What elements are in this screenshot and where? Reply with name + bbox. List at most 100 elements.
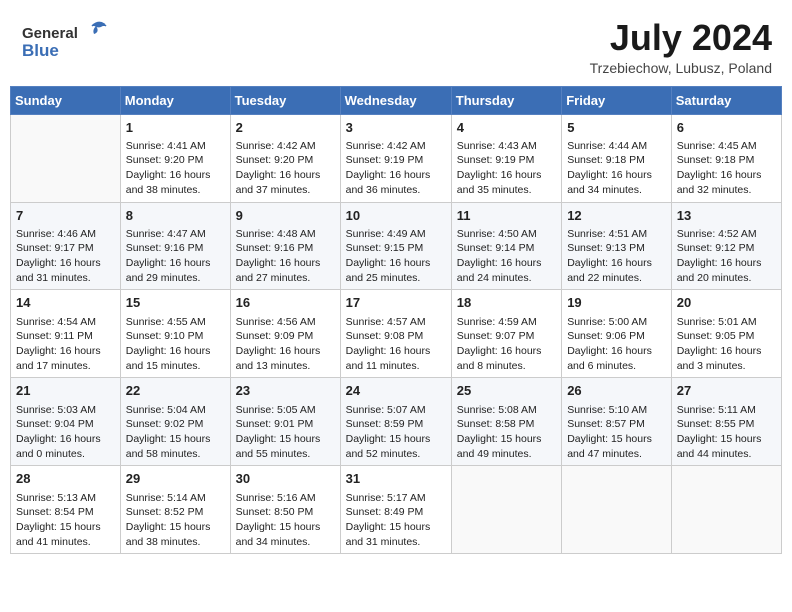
daylight-text: Daylight: 16 hours and 3 minutes. <box>677 344 776 373</box>
week-row-2: 7Sunrise: 4:46 AMSunset: 9:17 PMDaylight… <box>11 202 782 290</box>
sunset-text: Sunset: 8:52 PM <box>126 505 225 520</box>
sunrise-text: Sunrise: 4:42 AM <box>236 139 335 154</box>
sunset-text: Sunset: 8:58 PM <box>457 417 556 432</box>
daylight-text: Daylight: 15 hours and 52 minutes. <box>346 432 446 461</box>
calendar-cell: 7Sunrise: 4:46 AMSunset: 9:17 PMDaylight… <box>11 202 121 290</box>
sunrise-text: Sunrise: 5:10 AM <box>567 403 666 418</box>
calendar-cell: 21Sunrise: 5:03 AMSunset: 9:04 PMDayligh… <box>11 378 121 466</box>
day-number: 23 <box>236 382 335 400</box>
sunset-text: Sunset: 9:18 PM <box>567 153 666 168</box>
sunrise-text: Sunrise: 5:07 AM <box>346 403 446 418</box>
sunset-text: Sunset: 9:20 PM <box>126 153 225 168</box>
sunrise-text: Sunrise: 4:57 AM <box>346 315 446 330</box>
sunset-text: Sunset: 9:01 PM <box>236 417 335 432</box>
sunrise-text: Sunrise: 4:49 AM <box>346 227 446 242</box>
sunrise-text: Sunrise: 4:45 AM <box>677 139 776 154</box>
day-number: 10 <box>346 207 446 225</box>
sunrise-text: Sunrise: 4:51 AM <box>567 227 666 242</box>
daylight-text: Daylight: 16 hours and 11 minutes. <box>346 344 446 373</box>
sunrise-text: Sunrise: 5:01 AM <box>677 315 776 330</box>
calendar-cell <box>451 466 561 554</box>
day-number: 22 <box>126 382 225 400</box>
sunset-text: Sunset: 9:16 PM <box>236 241 335 256</box>
daylight-text: Daylight: 16 hours and 20 minutes. <box>677 256 776 285</box>
logo: General Blue <box>20 18 110 62</box>
calendar-cell: 3Sunrise: 4:42 AMSunset: 9:19 PMDaylight… <box>340 114 451 202</box>
daylight-text: Daylight: 16 hours and 32 minutes. <box>677 168 776 197</box>
calendar-cell: 20Sunrise: 5:01 AMSunset: 9:05 PMDayligh… <box>671 290 781 378</box>
calendar-cell: 8Sunrise: 4:47 AMSunset: 9:16 PMDaylight… <box>120 202 230 290</box>
sunrise-text: Sunrise: 4:44 AM <box>567 139 666 154</box>
sunrise-text: Sunrise: 5:05 AM <box>236 403 335 418</box>
daylight-text: Daylight: 16 hours and 37 minutes. <box>236 168 335 197</box>
sunset-text: Sunset: 8:54 PM <box>16 505 115 520</box>
sunrise-text: Sunrise: 4:46 AM <box>16 227 115 242</box>
month-year: July 2024 <box>590 18 772 58</box>
calendar-cell: 12Sunrise: 4:51 AMSunset: 9:13 PMDayligh… <box>562 202 672 290</box>
weekday-header-row: SundayMondayTuesdayWednesdayThursdayFrid… <box>11 86 782 114</box>
sunset-text: Sunset: 9:15 PM <box>346 241 446 256</box>
daylight-text: Daylight: 16 hours and 0 minutes. <box>16 432 115 461</box>
daylight-text: Daylight: 15 hours and 58 minutes. <box>126 432 225 461</box>
day-number: 24 <box>346 382 446 400</box>
sunset-text: Sunset: 8:59 PM <box>346 417 446 432</box>
day-number: 17 <box>346 294 446 312</box>
sunrise-text: Sunrise: 4:41 AM <box>126 139 225 154</box>
daylight-text: Daylight: 15 hours and 49 minutes. <box>457 432 556 461</box>
sunrise-text: Sunrise: 4:47 AM <box>126 227 225 242</box>
sunrise-text: Sunrise: 5:00 AM <box>567 315 666 330</box>
weekday-sunday: Sunday <box>11 86 121 114</box>
sunset-text: Sunset: 9:08 PM <box>346 329 446 344</box>
day-number: 25 <box>457 382 556 400</box>
sunset-text: Sunset: 9:19 PM <box>457 153 556 168</box>
weekday-friday: Friday <box>562 86 672 114</box>
sunrise-text: Sunrise: 5:11 AM <box>677 403 776 418</box>
daylight-text: Daylight: 15 hours and 34 minutes. <box>236 520 335 549</box>
day-number: 12 <box>567 207 666 225</box>
sunrise-text: Sunrise: 4:50 AM <box>457 227 556 242</box>
sunrise-text: Sunrise: 5:08 AM <box>457 403 556 418</box>
day-number: 1 <box>126 119 225 137</box>
calendar-cell: 31Sunrise: 5:17 AMSunset: 8:49 PMDayligh… <box>340 466 451 554</box>
daylight-text: Daylight: 15 hours and 38 minutes. <box>126 520 225 549</box>
sunset-text: Sunset: 8:49 PM <box>346 505 446 520</box>
calendar-cell <box>671 466 781 554</box>
weekday-wednesday: Wednesday <box>340 86 451 114</box>
sunset-text: Sunset: 9:10 PM <box>126 329 225 344</box>
title-block: July 2024 Trzebiechow, Lubusz, Poland <box>590 18 772 76</box>
sunset-text: Sunset: 9:13 PM <box>567 241 666 256</box>
sunrise-text: Sunrise: 4:52 AM <box>677 227 776 242</box>
sunrise-text: Sunrise: 5:17 AM <box>346 491 446 506</box>
daylight-text: Daylight: 16 hours and 8 minutes. <box>457 344 556 373</box>
sunrise-text: Sunrise: 5:04 AM <box>126 403 225 418</box>
day-number: 29 <box>126 470 225 488</box>
day-number: 11 <box>457 207 556 225</box>
calendar-cell: 23 Sunrise: 5:05 AMSunset: 9:01 PMDayligh… <box>230 378 340 466</box>
sunset-text: Sunset: 9:02 PM <box>126 417 225 432</box>
day-number: 20 <box>677 294 776 312</box>
svg-text:Blue: Blue <box>22 41 59 60</box>
day-number: 4 <box>457 119 556 137</box>
calendar-cell: 28Sunrise: 5:13 AMSunset: 8:54 PMDayligh… <box>11 466 121 554</box>
calendar-cell: 29Sunrise: 5:14 AMSunset: 8:52 PMDayligh… <box>120 466 230 554</box>
day-number: 8 <box>126 207 225 225</box>
daylight-text: Daylight: 16 hours and 25 minutes. <box>346 256 446 285</box>
daylight-text: Daylight: 16 hours and 13 minutes. <box>236 344 335 373</box>
calendar-cell: 13Sunrise: 4:52 AMSunset: 9:12 PMDayligh… <box>671 202 781 290</box>
daylight-text: Daylight: 16 hours and 6 minutes. <box>567 344 666 373</box>
sunset-text: Sunset: 9:12 PM <box>677 241 776 256</box>
calendar-cell: 18Sunrise: 4:59 AMSunset: 9:07 PMDayligh… <box>451 290 561 378</box>
sunset-text: Sunset: 9:06 PM <box>567 329 666 344</box>
calendar-cell <box>11 114 121 202</box>
week-row-4: 21Sunrise: 5:03 AMSunset: 9:04 PMDayligh… <box>11 378 782 466</box>
sunset-text: Sunset: 8:50 PM <box>236 505 335 520</box>
day-number: 15 <box>126 294 225 312</box>
daylight-text: Daylight: 15 hours and 55 minutes. <box>236 432 335 461</box>
day-number: 14 <box>16 294 115 312</box>
daylight-text: Daylight: 16 hours and 34 minutes. <box>567 168 666 197</box>
calendar-cell: 1 Sunrise: 4:41 AMSunset: 9:20 PMDaylight… <box>120 114 230 202</box>
daylight-text: Daylight: 16 hours and 38 minutes. <box>126 168 225 197</box>
calendar-cell <box>562 466 672 554</box>
sunset-text: Sunset: 9:11 PM <box>16 329 115 344</box>
daylight-text: Daylight: 16 hours and 27 minutes. <box>236 256 335 285</box>
